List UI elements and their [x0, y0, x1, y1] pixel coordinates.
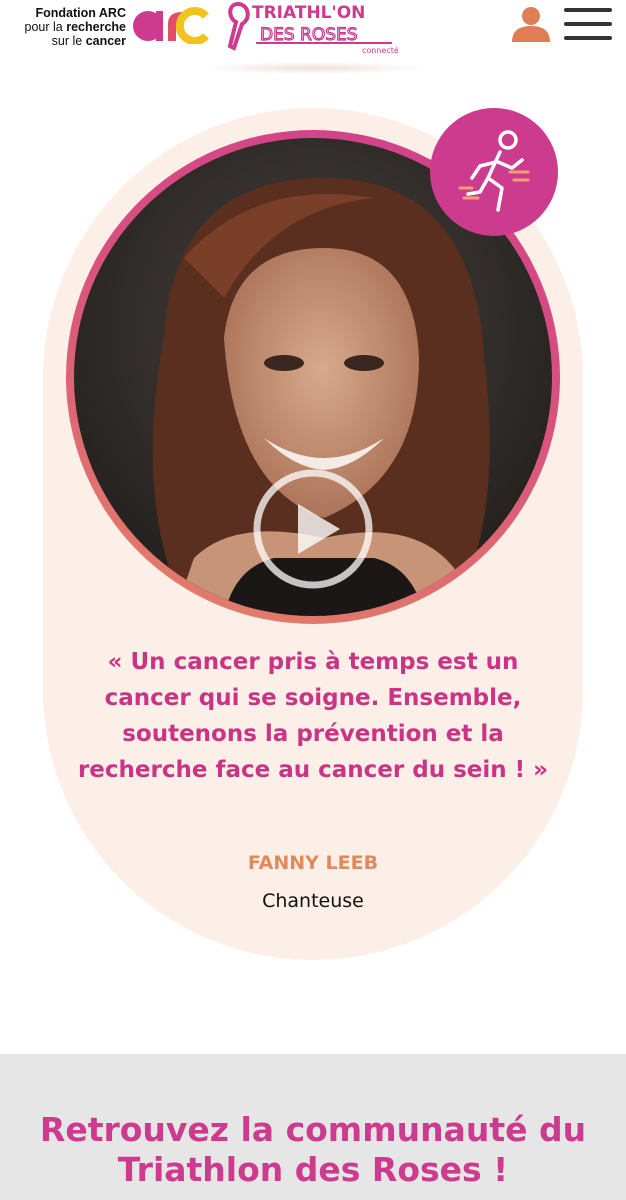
- triathlon-des-roses-logo[interactable]: TRIATHL'ON DES ROSES connecté: [226, 0, 398, 56]
- running-stairs-badge: [430, 108, 558, 236]
- header-shadow: [200, 62, 426, 74]
- testimonial-role: Chanteuse: [262, 890, 364, 912]
- triathlon-line1: TRIATHL'ON: [252, 3, 365, 23]
- user-icon[interactable]: [510, 6, 552, 42]
- hamburger-menu-icon[interactable]: [564, 6, 612, 42]
- arc-line3-pre: sur le: [51, 34, 86, 48]
- fondation-arc-logo-text[interactable]: Fondation ARC pour la recherche sur le c…: [14, 6, 126, 48]
- arc-line2-bold: recherche: [66, 20, 126, 34]
- triathlon-tag: connecté: [362, 45, 398, 55]
- testimonial-quote: « Un cancer pris à temps est un cancer q…: [77, 649, 549, 783]
- arc-logo[interactable]: [128, 4, 210, 44]
- site-header: Fondation ARC pour la recherche sur le c…: [0, 0, 626, 62]
- community-title: Retrouvez la communauté du Triathlon des…: [39, 1110, 587, 1189]
- play-icon[interactable]: [252, 468, 374, 590]
- testimonial-name: FANNY LEEB: [247, 852, 379, 874]
- arc-line1: Fondation ARC: [35, 6, 127, 20]
- running-stairs-icon: [458, 130, 530, 212]
- arc-line3-bold: cancer: [85, 34, 126, 48]
- arc-line2-pre: pour la: [24, 20, 67, 34]
